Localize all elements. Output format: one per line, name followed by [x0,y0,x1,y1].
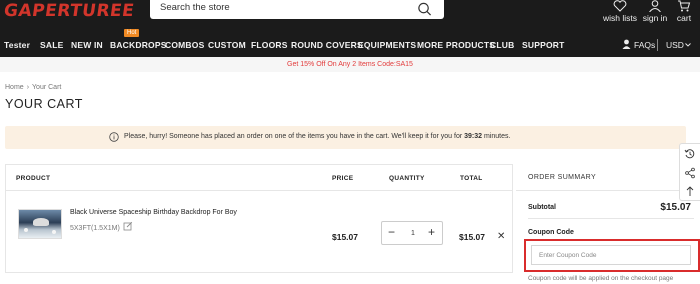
signin-link[interactable]: sign in [640,0,670,24]
cart-table: PRODUCT PRICE QUANTITY TOTAL Black Unive… [5,164,513,273]
heart-icon [613,0,627,12]
coupon-highlight [524,239,700,272]
line-total: $15.07 [459,232,485,242]
product-price: $15.07 [332,232,358,242]
faq-user-icon [622,39,631,49]
edit-icon[interactable] [123,221,133,231]
currency-selector[interactable]: USD [666,40,684,50]
nav-item-sale[interactable]: SALE [40,40,63,50]
nav-item-support[interactable]: SUPPORT [522,40,565,50]
nav-item-backdrops[interactable]: BACKDROPS [110,40,167,50]
header-product: PRODUCT [16,175,51,182]
breadcrumb-separator: › [26,84,30,91]
alert-suffix: minutes. [484,133,511,140]
wishlist-link[interactable]: wish lists [602,0,638,24]
nav-item-new-in[interactable]: NEW IN [71,40,103,50]
breadcrumb-home[interactable]: Home [5,84,24,91]
quantity-value[interactable]: 1 [408,230,418,237]
nav-item-tester[interactable]: Tester [4,40,30,50]
wishlist-label: wish lists [602,13,637,23]
cart-link[interactable]: cart [673,0,695,24]
arrow-up-icon[interactable] [684,185,696,197]
order-summary: ORDER SUMMARY Subtotal $15.07 Coupon Cod… [516,164,700,284]
signin-label: sign in [642,13,668,23]
nav-item-round-covers[interactable]: ROUND COVERS [291,40,363,50]
nav-item-club[interactable]: CLUB [490,40,514,50]
nav-item-more-products[interactable]: MORE PRODUCTS [417,40,495,50]
main-nav: Tester SALE NEW IN BACKDROPS COMBOS CUST… [0,36,700,57]
info-icon [109,132,119,142]
order-summary-title: ORDER SUMMARY [528,174,597,181]
header-total: TOTAL [460,175,483,182]
faqs-link[interactable]: FAQs [634,40,655,50]
nav-item-floors[interactable]: FLOORS [251,40,288,50]
coupon-note: Coupon code will be applied on the check… [528,275,674,282]
cart-table-header: PRODUCT PRICE QUANTITY TOTAL [6,165,512,191]
site-logo[interactable]: GAPERTUREE [3,1,136,21]
coupon-code-input[interactable] [531,245,691,265]
coupon-label: Coupon Code [528,229,574,236]
quantity-increase-button[interactable]: + [428,225,435,239]
user-icon [649,0,661,12]
product-thumbnail[interactable] [18,209,62,239]
thumbnail-spaceship [33,218,49,226]
header-price: PRICE [332,175,354,182]
search-bar[interactable]: Search the store [150,0,444,19]
nav-item-custom[interactable]: CUSTOM [208,40,246,50]
search-input[interactable]: Search the store [160,2,230,13]
nav-divider [657,39,658,51]
thumbnail-balloon [24,228,28,232]
hurry-alert: Please, hurry! Someone has placed an ord… [5,126,686,149]
page-title: YOUR CART [5,97,83,111]
subtotal-label: Subtotal [528,204,556,211]
quantity-stepper: − 1 + [381,221,443,245]
promo-banner[interactable]: Get 15% Off On Any 2 Items Code:SA15 [0,57,700,72]
thumbnail-balloon [52,230,56,234]
alert-text: Please, hurry! Someone has placed an ord… [124,133,510,140]
header-quantity: QUANTITY [389,175,425,182]
alert-message: Please, hurry! Someone has placed an ord… [124,133,463,140]
nav-item-combos[interactable]: COMBOS [165,40,204,50]
product-variant: 5X3FT(1.5X1M) [70,225,120,232]
breadcrumb-current: Your Cart [32,84,62,91]
summary-divider [528,218,694,219]
top-header: GAPERTUREE Search the store wish lists s… [0,0,700,57]
product-name[interactable]: Black Universe Spaceship Birthday Backdr… [70,209,237,216]
quantity-decrease-button[interactable]: − [388,225,395,239]
remove-item-button[interactable]: ✕ [497,231,505,242]
search-icon[interactable] [417,1,432,17]
cart-label: cart [676,13,692,23]
share-icon[interactable] [684,167,696,179]
history-icon[interactable] [684,148,696,160]
summary-divider [516,190,694,191]
alert-timer: 39:32 [464,133,483,140]
chevron-down-icon[interactable] [685,43,691,47]
floating-sidebar [679,143,700,201]
cart-icon [678,0,691,12]
breadcrumb: Home › Your Cart [5,84,61,91]
nav-item-equipments[interactable]: EQUIPMENTS [358,40,416,50]
subtotal-value: $15.07 [660,202,691,213]
